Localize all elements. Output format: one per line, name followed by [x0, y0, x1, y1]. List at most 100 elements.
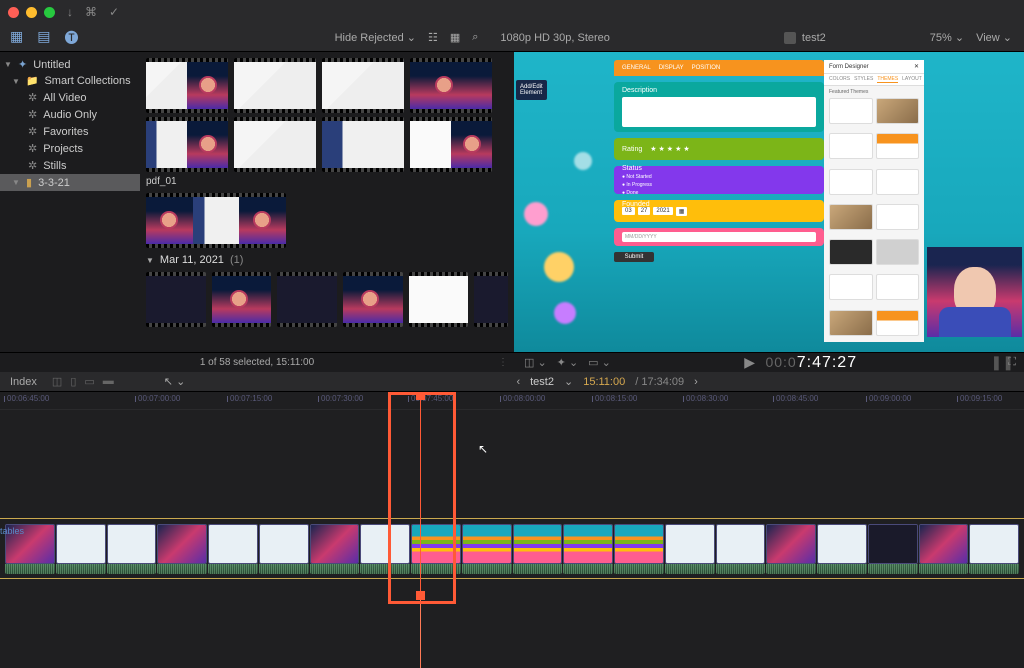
sidebar-audio-only[interactable]: ✲Audio Only [0, 106, 140, 123]
audio-clip[interactable] [411, 564, 461, 574]
clip-thumbnail[interactable] [322, 117, 404, 172]
timeline-clip[interactable] [411, 524, 461, 564]
cursor-icon: ↖ [478, 442, 488, 456]
clip-thumbnail[interactable] [410, 58, 492, 113]
append-icon[interactable]: ▭ [84, 375, 94, 388]
audio-clip[interactable] [310, 564, 360, 574]
clip-thumbnail[interactable] [322, 58, 404, 113]
audio-clip[interactable] [817, 564, 867, 574]
transform-icon[interactable]: ◫ ⌄ [524, 356, 547, 369]
keyword-icon[interactable]: ⌘ [85, 5, 97, 19]
minimize-window[interactable] [26, 7, 37, 18]
timeline-clip[interactable] [766, 524, 816, 564]
play-icon[interactable]: ▶ [744, 354, 756, 370]
audio-clip[interactable] [360, 564, 410, 574]
index-button[interactable]: Index [10, 376, 37, 388]
zoom-dropdown[interactable]: 75% ⌄ [930, 31, 964, 44]
timeline-clip[interactable] [310, 524, 360, 564]
sidebar-all-video[interactable]: ✲All Video [0, 89, 140, 106]
prev-edit-icon[interactable]: ‹ [516, 376, 520, 388]
audio-clip[interactable] [563, 564, 613, 574]
sidebar-stills[interactable]: ✲Stills [0, 157, 140, 174]
audio-clip[interactable] [919, 564, 969, 574]
timeline-clip[interactable] [563, 524, 613, 564]
timeline-clip[interactable] [513, 524, 563, 564]
clip-thumbnail[interactable] [474, 272, 508, 327]
clip-thumbnail[interactable] [277, 272, 337, 327]
timeline-clip[interactable] [360, 524, 410, 564]
sidebar-projects[interactable]: ✲Projects [0, 140, 140, 157]
photos-icon[interactable]: ▤ [37, 28, 50, 48]
timeline-clip[interactable] [969, 524, 1019, 564]
overwrite-icon[interactable]: ▬ [103, 375, 114, 388]
library-untitled[interactable]: ▼✦Untitled [0, 56, 140, 73]
timeline-clip[interactable] [665, 524, 715, 564]
timeline-clip[interactable] [817, 524, 867, 564]
audio-clip[interactable] [5, 564, 55, 574]
enhance-icon[interactable]: ✦ ⌄ [557, 356, 579, 369]
clip-thumbnail[interactable] [146, 272, 206, 327]
clip-thumbnail[interactable] [343, 272, 403, 327]
timeline-clip[interactable] [56, 524, 106, 564]
audio-clip[interactable] [868, 564, 918, 574]
zoom-window[interactable] [44, 7, 55, 18]
hide-rejected-dropdown[interactable]: Hide Rejected ⌄ [335, 31, 416, 44]
clip-thumbnail[interactable] [146, 193, 286, 248]
insert-icon[interactable]: ▯ [70, 375, 76, 388]
timeline[interactable]: 00:06:45:0000:07:00:0000:07:15:0000:07:3… [0, 392, 1024, 668]
view-dropdown[interactable]: View ⌄ [976, 31, 1012, 44]
close-window[interactable] [8, 7, 19, 18]
audio-clip[interactable] [766, 564, 816, 574]
fullscreen-icon[interactable]: ⛶ [1008, 356, 1016, 369]
date-group-header[interactable]: ▼Mar 11, 2021(1) [146, 254, 508, 266]
grid-icon[interactable]: ▦ [450, 31, 460, 44]
audio-track[interactable] [0, 564, 1024, 574]
timeline-clip[interactable] [462, 524, 512, 564]
audio-clip[interactable] [614, 564, 664, 574]
connect-icon[interactable]: ◫ [52, 375, 62, 388]
audio-clip[interactable] [462, 564, 512, 574]
audio-clip[interactable] [107, 564, 157, 574]
timeline-clip[interactable] [208, 524, 258, 564]
divider-handle[interactable]: ⋮ [498, 357, 508, 368]
clip-thumbnail[interactable] [146, 58, 228, 113]
timeline-clip[interactable] [157, 524, 207, 564]
timeline-ruler[interactable]: 00:06:45:0000:07:00:0000:07:15:0000:07:3… [0, 392, 1024, 410]
titles-icon[interactable]: 🅣 [64, 28, 78, 48]
smart-collections[interactable]: ▼📁Smart Collections [0, 73, 140, 89]
clip-thumbnail[interactable] [212, 272, 272, 327]
clip-thumbnail[interactable] [234, 117, 316, 172]
audio-clip[interactable] [969, 564, 1019, 574]
timeline-clip[interactable] [259, 524, 309, 564]
retime-icon[interactable]: ▭ ⌄ [588, 356, 611, 369]
clip-browser[interactable]: pdf_01 ▼Mar 11, 2021(1) [140, 52, 514, 352]
viewer-canvas[interactable]: Add/Edit Element GENERALDISPLAYPOSITION … [514, 52, 1024, 352]
audio-clip[interactable] [208, 564, 258, 574]
timeline-clip[interactable] [919, 524, 969, 564]
timeline-clip[interactable] [716, 524, 766, 564]
clip-thumbnail[interactable] [146, 117, 228, 172]
render-icon[interactable]: ✓ [109, 5, 119, 19]
audio-clip[interactable] [56, 564, 106, 574]
audio-clip[interactable] [716, 564, 766, 574]
primary-storyline[interactable] [0, 524, 1024, 564]
next-edit-icon[interactable]: › [694, 376, 698, 388]
sidebar-favorites[interactable]: ✲Favorites [0, 123, 140, 140]
clip-appearance-icon[interactable]: ☷ [428, 31, 438, 44]
timeline-clip[interactable] [107, 524, 157, 564]
library-icon[interactable]: ▦ [10, 28, 23, 48]
import-icon[interactable]: ↓ [67, 5, 73, 19]
ruler-mark: 00:08:30:00 [683, 394, 728, 403]
audio-clip[interactable] [513, 564, 563, 574]
clip-thumbnail[interactable] [410, 117, 492, 172]
audio-clip[interactable] [157, 564, 207, 574]
sidebar-event-3-3-21[interactable]: ▼▮3-3-21 [0, 174, 140, 191]
clip-thumbnail[interactable] [234, 58, 316, 113]
clip-thumbnail[interactable] [409, 272, 469, 327]
audio-clip[interactable] [259, 564, 309, 574]
timeline-clip[interactable] [868, 524, 918, 564]
audio-clip[interactable] [665, 564, 715, 574]
arrow-tool[interactable]: ↖ ⌄ [164, 375, 186, 388]
search-icon[interactable]: ⌕ [472, 31, 478, 44]
timeline-clip[interactable] [614, 524, 664, 564]
